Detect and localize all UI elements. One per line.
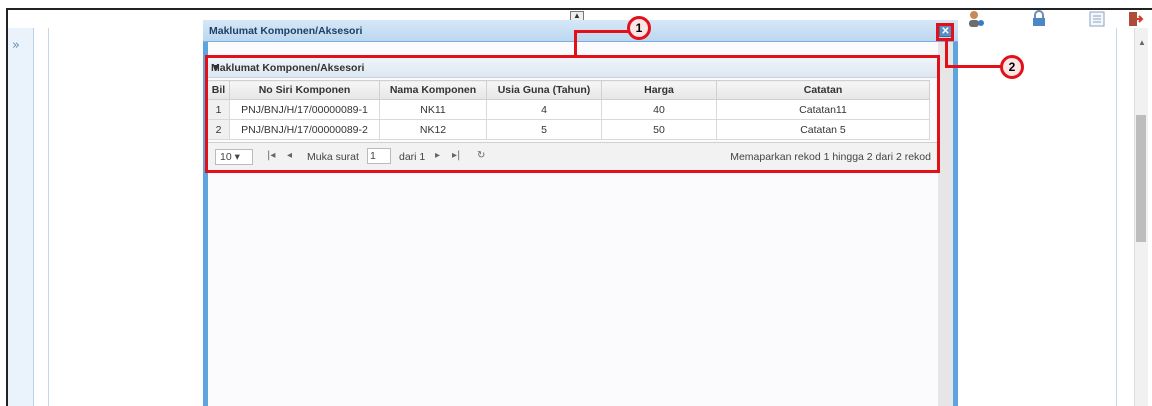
logout-icon[interactable] [1126, 10, 1144, 28]
callout-box-2 [936, 23, 954, 41]
callout-badge-2: 2 [1000, 55, 1024, 79]
callout-box-1 [205, 55, 940, 173]
callout-connector-1b [574, 30, 628, 33]
content-divider [48, 28, 49, 406]
scrollbar-thumb[interactable] [1136, 115, 1146, 242]
dialog-scrollbar[interactable] [938, 42, 953, 406]
app-window: » ▲ ▲ Maklumat Komponen/Aksesori ✕ Maklu… [0, 0, 1152, 406]
content-divider-right [1116, 28, 1117, 406]
expand-sidebar-icon[interactable]: » [12, 38, 20, 53]
scroll-up-icon[interactable]: ▲ [1138, 38, 1146, 47]
dialog-title: Maklumat Komponen/Aksesori [209, 25, 363, 37]
left-sidebar-collapsed[interactable] [8, 28, 34, 406]
callout-connector-2 [945, 41, 948, 67]
list-view-icon[interactable] [1088, 10, 1106, 28]
callout-connector-2b [945, 65, 1001, 68]
lock-icon[interactable] [1030, 10, 1048, 28]
user-settings-icon[interactable] [967, 10, 985, 28]
callout-badge-1: 1 [627, 16, 651, 40]
callout-connector-1 [574, 30, 577, 55]
